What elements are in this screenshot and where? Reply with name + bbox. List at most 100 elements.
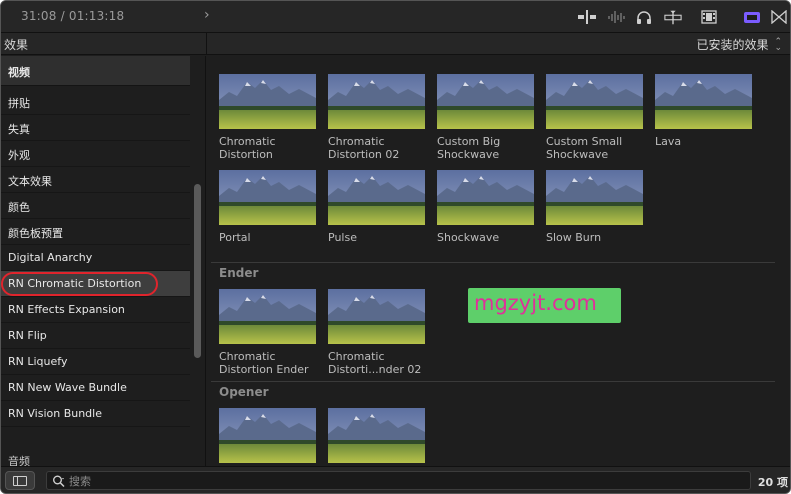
sidebar-header: 效果 [1, 33, 206, 55]
sidebar-item[interactable]: RN Chromatic Distortion [1, 271, 190, 297]
effect-tile[interactable]: Custom Big Shockwave [437, 74, 534, 161]
sidebar-item-label: RN Flip [8, 329, 47, 342]
headphones-icon[interactable] [635, 9, 653, 25]
category-header-video[interactable]: 视频 [1, 56, 190, 86]
effect-label: Portal [219, 231, 251, 244]
transitions-browser-icon[interactable] [770, 9, 788, 25]
selection-highlight-ring [1, 272, 158, 296]
section-divider [211, 262, 775, 263]
sidebar-item-label: 失真 [8, 123, 30, 136]
installed-effects-label: 已安装的效果 [696, 38, 769, 52]
effect-label: Slow Burn [546, 231, 602, 244]
effect-label: Chromatic Distortion [219, 135, 276, 161]
effect-thumbnail [328, 170, 425, 225]
sidebar-item-label: RN Effects Expansion [8, 303, 125, 316]
section-divider [211, 381, 775, 382]
timecode-display: 31:08 / 01:13:18 [21, 9, 125, 23]
sidebar-item[interactable]: 拼贴 [1, 89, 190, 115]
effects-category-list: 视频 拼贴失真外观文本效果颜色颜色板预置 Digital Anarchy RN Ch… [1, 56, 190, 468]
effect-tile[interactable]: Slow Burn [546, 170, 643, 244]
top-toolbar: 31:08 / 01:13:18 › [1, 1, 790, 33]
filmstrip-icon[interactable] [700, 9, 718, 25]
effect-label: Shockwave [437, 231, 500, 244]
sidebar-item-label: RN New Wave Bundle [8, 381, 127, 394]
item-count: 20 项 [757, 476, 788, 489]
updown-chevron-icon: ⌃ ⌄ [774, 36, 782, 53]
search-field[interactable] [46, 471, 751, 490]
sidebar-item[interactable]: RN Flip [1, 323, 190, 349]
effect-tile[interactable] [328, 408, 425, 466]
sidebar-item[interactable]: Digital Anarchy [1, 245, 190, 271]
effect-label: Lava [655, 135, 682, 148]
sidebar-item[interactable]: 颜色板预置 [1, 219, 190, 245]
sidebar-item[interactable]: 外观 [1, 141, 190, 167]
sidebar-toggle-button[interactable] [5, 471, 35, 490]
sidebar-item-label: RN Vision Bundle [8, 407, 102, 420]
effect-thumbnail [655, 74, 752, 129]
effect-thumbnail [328, 289, 425, 344]
sidebar-scroll-thumb[interactable] [194, 184, 201, 358]
effect-thumbnail [437, 74, 534, 129]
effect-label: Pulse [328, 231, 357, 244]
effect-tile[interactable]: Chromatic Distortion [219, 74, 316, 161]
effect-tile[interactable]: Chromatic Distorti...nder 02 [328, 289, 425, 376]
search-icon [53, 475, 65, 488]
audio-waveform-icon[interactable] [607, 9, 625, 25]
effect-tile[interactable]: Lava [655, 74, 752, 148]
sidebar-item[interactable]: RN Effects Expansion [1, 297, 190, 323]
watermark-text: mgzyjt.com [474, 291, 597, 315]
sidebar-item[interactable]: RN New Wave Bundle [1, 375, 190, 401]
effect-tile[interactable]: Custom Small Shockwave [546, 74, 643, 161]
sidebar-item-label: Digital Anarchy [8, 251, 93, 264]
watermark: mgzyjt.com [468, 288, 621, 323]
effect-thumbnail [219, 289, 316, 344]
sidebar-item-label: 文本效果 [8, 175, 52, 188]
effect-label: Chromatic Distorti...nder 02 [328, 350, 422, 376]
sidebar-scrollbar[interactable] [190, 56, 206, 466]
effect-thumbnail [219, 170, 316, 225]
section-title-opener: Opener [219, 385, 269, 399]
effect-thumbnail [219, 408, 316, 463]
sidebar-item[interactable]: 颜色 [1, 193, 190, 219]
sidebar-item-label: 颜色板预置 [8, 227, 63, 240]
effect-thumbnail [546, 170, 643, 225]
effect-thumbnail [328, 408, 425, 463]
sidebar-item-label: 颜色 [8, 201, 30, 214]
sidebar-item[interactable]: 文本效果 [1, 167, 190, 193]
sidebar-toggle-icon [13, 476, 27, 486]
clip-trim-icon[interactable] [578, 9, 596, 25]
sidebar-item-label: RN Liquefy [8, 355, 68, 368]
sidebar-item[interactable]: RN Liquefy [1, 349, 190, 375]
sidebar-item-label: 外观 [8, 149, 30, 162]
bottom-bar: 20 项 [1, 466, 790, 493]
chevron-right-icon[interactable]: › [204, 7, 210, 23]
effect-tile[interactable]: Portal [219, 170, 316, 244]
effect-thumbnail [546, 74, 643, 129]
effect-thumbnail [328, 74, 425, 129]
content-scrollbar[interactable] [775, 56, 790, 466]
effect-thumbnail [219, 74, 316, 129]
effect-tile[interactable]: Chromatic Distortion Ender [219, 289, 316, 376]
search-input[interactable] [69, 473, 739, 489]
sidebar-item[interactable]: 失真 [1, 115, 190, 141]
category-label: 视频 [8, 66, 30, 79]
effect-tile[interactable]: Shockwave [437, 170, 534, 244]
sidebar-item-label: 拼贴 [8, 97, 30, 110]
effect-label: Custom Big Shockwave [437, 135, 501, 161]
snapping-icon[interactable] [664, 9, 682, 25]
effect-thumbnail [437, 170, 534, 225]
effect-tile[interactable] [219, 408, 316, 466]
content-header: 已安装的效果 ⌃ ⌄ [206, 33, 790, 55]
effect-label: Custom Small Shockwave [546, 135, 623, 161]
sidebar-item[interactable]: RN Vision Bundle [1, 401, 190, 427]
section-title-ender: Ender [219, 266, 259, 280]
effect-label: Chromatic Distortion 02 [328, 135, 400, 161]
effect-tile[interactable]: Pulse [328, 170, 425, 244]
effect-label: Chromatic Distortion Ender [219, 350, 309, 376]
effects-browser-icon[interactable] [743, 9, 761, 25]
effects-browser-window: 31:08 / 01:13:18 › 效果 已安装的效果 ⌃ ⌄ 视频 拼贴 失… [0, 0, 791, 494]
effects-grid: Chromatic Distortion Chromatic Distortion… [207, 56, 775, 466]
effect-tile[interactable]: Chromatic Distortion 02 [328, 74, 425, 161]
panel-title: 效果 [4, 38, 29, 52]
installed-effects-popup[interactable]: 已安装的效果 ⌃ ⌄ [696, 36, 782, 53]
